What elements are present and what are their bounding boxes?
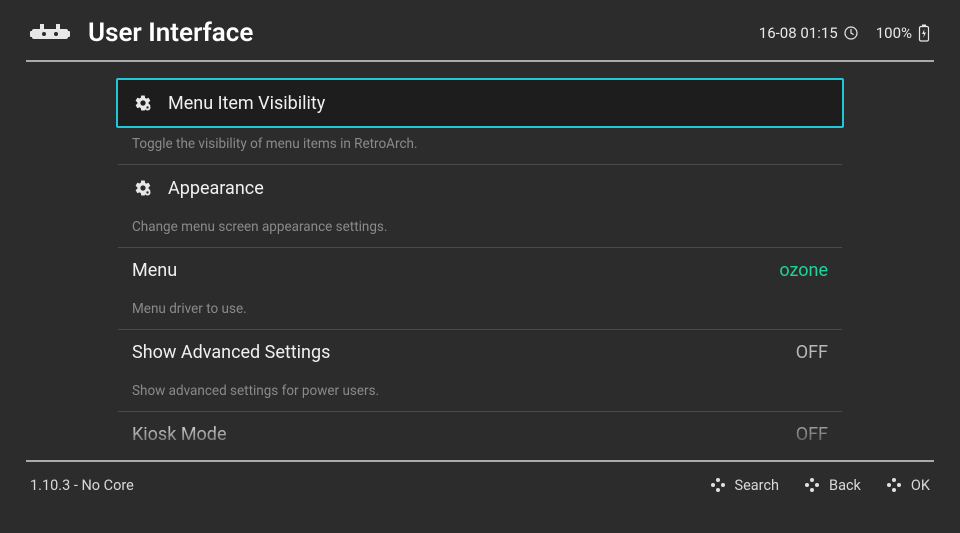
footer-bar: 1.10.3 - No Core Search Back OK bbox=[0, 462, 960, 494]
battery-icon bbox=[918, 24, 930, 42]
ok-button[interactable]: OK bbox=[885, 476, 930, 494]
search-label: Search bbox=[735, 477, 780, 494]
status-area: 16-08 01:15 100% bbox=[759, 24, 930, 42]
settings-row-label: Appearance bbox=[168, 178, 828, 199]
settings-row-description: Toggle the visibility of menu items in R… bbox=[118, 128, 842, 164]
settings-row-label: Menu Item Visibility bbox=[168, 93, 828, 114]
gamepad-icon bbox=[709, 476, 727, 494]
version-text: 1.10.3 - No Core bbox=[30, 477, 709, 494]
footer-actions: Search Back OK bbox=[709, 476, 931, 494]
settings-row[interactable]: MenuozoneMenu driver to use. bbox=[118, 248, 842, 330]
settings-row-value: OFF bbox=[796, 424, 828, 445]
settings-row-main: Appearance bbox=[118, 165, 842, 211]
settings-row-description: Show advanced settings for power users. bbox=[118, 375, 842, 411]
ok-label: OK bbox=[911, 477, 930, 494]
settings-row-description: Protects the setup by hiding all configu… bbox=[118, 457, 842, 460]
settings-row-main: Menu Item Visibility bbox=[116, 78, 844, 128]
settings-row-label: Show Advanced Settings bbox=[132, 342, 796, 363]
search-button[interactable]: Search bbox=[709, 476, 780, 494]
settings-row-value: OFF bbox=[796, 342, 828, 363]
settings-list: Menu Item Visibility Toggle the visibilit… bbox=[118, 78, 842, 460]
settings-row[interactable]: Show Advanced SettingsOFFShow advanced s… bbox=[118, 330, 842, 412]
gear-icon bbox=[132, 92, 154, 114]
clock-icon bbox=[844, 26, 858, 40]
gamepad-icon bbox=[885, 476, 903, 494]
settings-list-viewport: Menu Item Visibility Toggle the visibilit… bbox=[0, 62, 960, 460]
settings-row-label: Kiosk Mode bbox=[132, 424, 796, 445]
settings-row-label: Menu bbox=[132, 260, 779, 281]
battery-pct-text: 100% bbox=[876, 24, 912, 42]
settings-row[interactable]: Menu Item Visibility Toggle the visibilit… bbox=[118, 78, 842, 165]
back-label: Back bbox=[829, 477, 861, 494]
page-title: User Interface bbox=[88, 18, 759, 48]
settings-row-main: Menuozone bbox=[118, 248, 842, 293]
gear-icon bbox=[132, 177, 154, 199]
datetime-text: 16-08 01:15 bbox=[759, 24, 838, 42]
retroarch-logo-icon bbox=[30, 21, 70, 45]
back-button[interactable]: Back bbox=[803, 476, 861, 494]
gamepad-icon bbox=[803, 476, 821, 494]
settings-row-main: Kiosk ModeOFF bbox=[118, 412, 842, 457]
settings-row[interactable]: Appearance Change menu screen appearance … bbox=[118, 165, 842, 248]
settings-row-main: Show Advanced SettingsOFF bbox=[118, 330, 842, 375]
settings-row-description: Change menu screen appearance settings. bbox=[118, 211, 842, 247]
settings-row-value: ozone bbox=[779, 260, 828, 281]
header-bar: User Interface 16-08 01:15 100% bbox=[0, 0, 960, 60]
settings-row[interactable]: Kiosk ModeOFFProtects the setup by hidin… bbox=[118, 412, 842, 460]
settings-row-description: Menu driver to use. bbox=[118, 293, 842, 329]
